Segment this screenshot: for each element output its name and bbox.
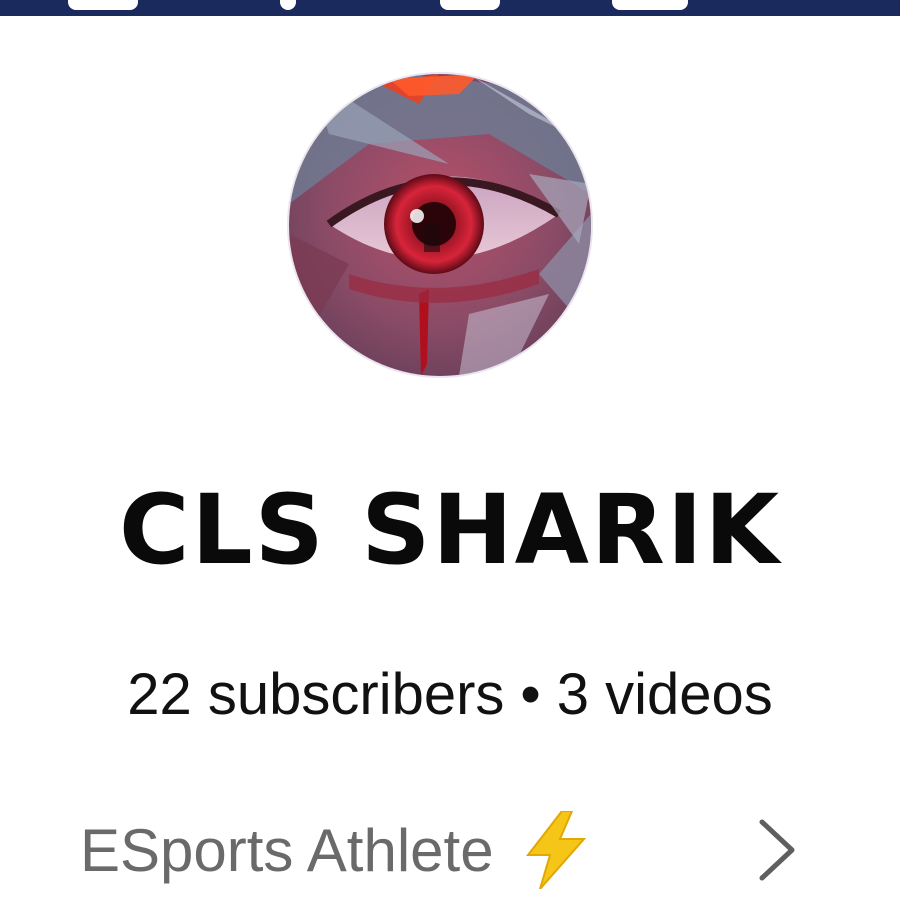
channel-description-row[interactable]: ESports Athlete [80,810,820,890]
video-count: 3 videos [556,662,773,727]
social-link-icon[interactable] [68,0,138,10]
social-link-icon[interactable] [440,0,500,10]
channel-avatar[interactable] [289,74,591,376]
channel-name: CLS SHARIK [119,474,781,586]
lightning-bolt-icon [525,811,586,889]
subscriber-count: 22 subscribers [127,662,505,727]
channel-description: ESports Athlete [80,816,494,884]
stats-separator: • [520,662,541,727]
channel-stats: 22 subscribers • 3 videos [0,655,900,735]
chevron-right-icon[interactable] [754,818,800,882]
social-link-icon[interactable] [280,0,296,10]
red-eye-artwork [289,74,591,376]
channel-banner-strip [0,0,900,16]
social-link-icon[interactable] [612,0,688,10]
